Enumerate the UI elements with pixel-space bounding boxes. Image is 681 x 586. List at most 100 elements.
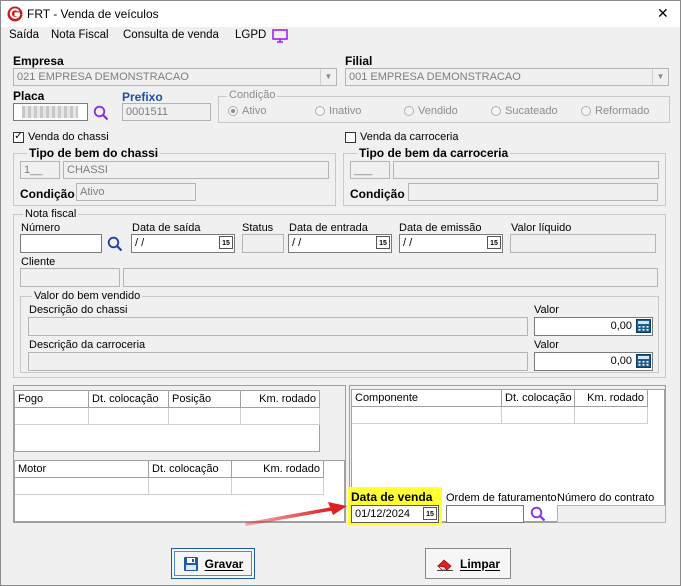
tipo-chassi-condicao-value: Ativo: [80, 186, 105, 198]
condicao-group-title: Condição: [227, 89, 278, 101]
radio-sucateado[interactable]: Sucateado: [491, 105, 558, 117]
fogo-dt-colocacao-header[interactable]: Dt. colocação: [89, 391, 169, 408]
table-row[interactable]: [352, 407, 502, 424]
search-icon[interactable]: [107, 236, 123, 252]
motor-col-header[interactable]: Motor: [15, 461, 149, 478]
data-emissao-input[interactable]: / / 15: [399, 234, 503, 253]
table-row[interactable]: [241, 408, 320, 425]
valor-chassi-value: 0,00: [610, 320, 632, 332]
radio-dot: [491, 106, 501, 116]
radio-sucateado-label: Sucateado: [505, 105, 558, 117]
filial-label: Filial: [345, 54, 373, 68]
valor-chassi-label: Valor: [534, 304, 559, 316]
chevron-down-icon: ▼: [320, 69, 336, 85]
menu-saida[interactable]: Saída: [9, 29, 39, 41]
calendar-icon[interactable]: 15: [423, 507, 437, 520]
table-row[interactable]: [89, 408, 169, 425]
numero-input[interactable]: [20, 234, 102, 253]
close-icon[interactable]: ✕: [657, 5, 669, 22]
table-row[interactable]: [232, 478, 324, 495]
title-bar: FRT - Venda de veículos ✕: [1, 1, 680, 27]
tipo-chassi-title: Tipo de bem do chassi: [27, 146, 161, 160]
radio-reformado-label: Reformado: [595, 105, 650, 117]
placa-label: Placa: [13, 89, 45, 103]
menu-lgpd[interactable]: LGPD: [235, 29, 266, 41]
venda-chassi-checkbox[interactable]: ✓ Venda do chassi: [13, 131, 109, 143]
calendar-icon[interactable]: 15: [219, 236, 233, 249]
fogo-grid[interactable]: Fogo Dt. colocação Posição Km. rodado: [14, 390, 320, 452]
gravar-button[interactable]: Gravar: [171, 548, 255, 579]
gravar-label: Gravar: [204, 556, 244, 571]
app-logo-icon: [7, 6, 23, 22]
table-row[interactable]: [149, 478, 232, 495]
componente-col-header[interactable]: Componente: [352, 390, 502, 407]
radio-ativo[interactable]: Ativo: [228, 105, 266, 117]
valor-chassi-input[interactable]: 0,00: [534, 317, 653, 336]
calendar-icon[interactable]: 15: [487, 236, 501, 249]
calculator-icon[interactable]: [636, 319, 651, 333]
filial-select[interactable]: 001 EMPRESA DEMONSTRACAO ▼: [345, 68, 669, 86]
table-row[interactable]: [15, 408, 89, 425]
fogo-posicao-header[interactable]: Posição: [169, 391, 241, 408]
table-row[interactable]: [575, 407, 648, 424]
valor-liquido-label: Valor líquido: [511, 222, 572, 234]
placa-input[interactable]: [13, 103, 88, 121]
empresa-select[interactable]: 021 EMPRESA DEMONSTRACAO ▼: [13, 68, 337, 86]
ordem-faturamento-label: Ordem de faturamento: [446, 492, 557, 504]
radio-dot: [315, 106, 325, 116]
menu-nota-fiscal[interactable]: Nota Fiscal: [51, 29, 109, 41]
tipo-chassi-condicao-field: Ativo: [76, 183, 196, 201]
data-saida-label: Data de saída: [132, 222, 201, 234]
radio-vendido[interactable]: Vendido: [404, 105, 458, 117]
limpar-button[interactable]: Limpar: [425, 548, 511, 579]
prefixo-field: 0001511: [122, 103, 211, 121]
ordem-faturamento-input[interactable]: [446, 505, 524, 523]
motor-km-header[interactable]: Km. rodado: [232, 461, 324, 478]
valor-carroceria-input[interactable]: 0,00: [534, 352, 653, 371]
calculator-icon[interactable]: [636, 354, 651, 368]
desc-chassi-field: [28, 317, 528, 336]
venda-carroceria-checkbox[interactable]: Venda da carroceria: [345, 131, 458, 143]
tipo-chassi-code-value: 1__: [24, 164, 43, 176]
componente-dt-colocacao-header[interactable]: Dt. colocação: [502, 390, 575, 407]
motor-dt-colocacao-header[interactable]: Dt. colocação: [149, 461, 232, 478]
cliente-code-field: [20, 268, 120, 287]
red-arrow-annotation: [245, 502, 347, 526]
calendar-icon[interactable]: 15: [376, 236, 390, 249]
filial-value: 001 EMPRESA DEMONSTRACAO: [349, 71, 521, 83]
radio-inativo[interactable]: Inativo: [315, 105, 361, 117]
numero-contrato-field: [557, 505, 666, 523]
menu-consulta-venda[interactable]: Consulta de venda: [123, 29, 219, 41]
venda-carroceria-label: Venda da carroceria: [360, 131, 459, 143]
chevron-down-icon: ▼: [652, 69, 668, 85]
data-venda-label: Data de venda: [351, 490, 433, 504]
save-icon: [183, 556, 198, 571]
search-icon[interactable]: [530, 506, 546, 522]
tipo-carroceria-code-value: ___: [354, 164, 373, 176]
table-row[interactable]: [15, 478, 149, 495]
monitor-icon[interactable]: [272, 29, 288, 43]
radio-reformado[interactable]: Reformado: [581, 105, 649, 117]
data-saida-input[interactable]: / / 15: [131, 234, 235, 253]
limpar-label: Limpar: [459, 556, 500, 571]
data-entrada-input[interactable]: / / 15: [288, 234, 392, 253]
componente-km-header[interactable]: Km. rodado: [575, 390, 648, 407]
tipo-carroceria-title: Tipo de bem da carroceria: [357, 146, 511, 160]
valor-liquido-field: [510, 234, 656, 253]
valor-carroceria-value: 0,00: [610, 355, 632, 367]
table-row[interactable]: [169, 408, 241, 425]
fogo-col-header[interactable]: Fogo: [15, 391, 89, 408]
tipo-carroceria-condicao-label: Condição: [350, 187, 405, 201]
tipo-chassi-name-value: CHASSI: [67, 164, 108, 176]
desc-carroceria-field: [28, 352, 528, 371]
data-venda-value: 01/12/2024: [355, 508, 411, 520]
search-icon[interactable]: [93, 105, 109, 121]
desc-carroceria-label: Descrição da carroceria: [29, 339, 146, 351]
table-row[interactable]: [502, 407, 575, 424]
radio-ativo-label: Ativo: [242, 105, 267, 117]
numero-contrato-label: Número do contrato: [557, 492, 655, 504]
tipo-chassi-name: CHASSI: [63, 161, 329, 179]
data-venda-input[interactable]: 01/12/2024 15: [351, 505, 439, 523]
checkmark-icon: ✓: [13, 131, 24, 143]
fogo-km-header[interactable]: Km. rodado: [241, 391, 320, 408]
